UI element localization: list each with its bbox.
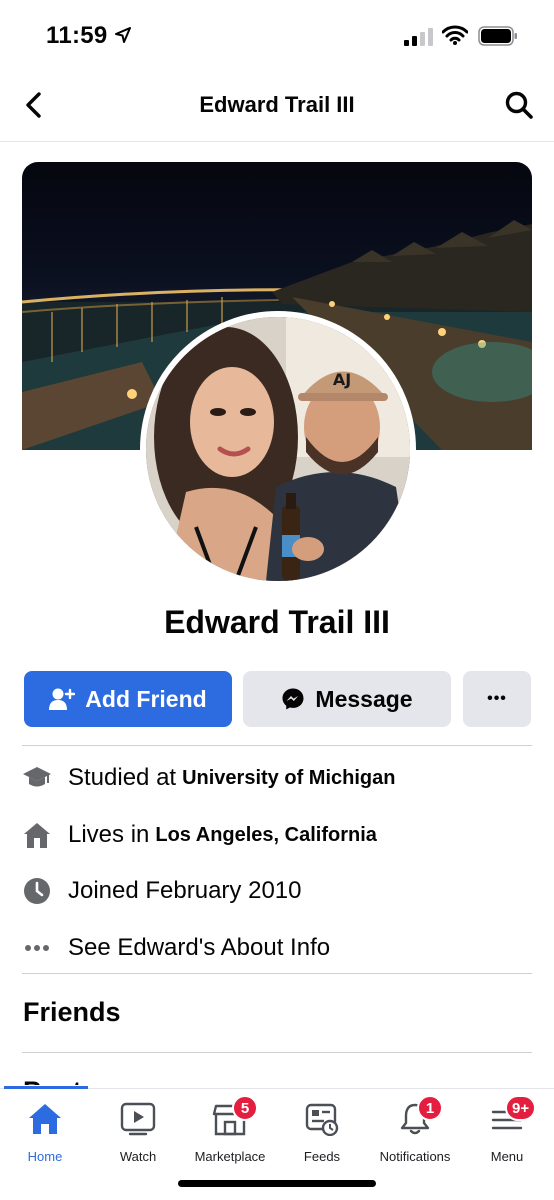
friends-section-title[interactable]: Friends [23, 997, 121, 1028]
more-options-label: ••• [487, 690, 507, 707]
header-title: Edward Trail III [199, 92, 355, 117]
feeds-icon [305, 1103, 339, 1136]
tab-home[interactable]: Home [0, 1099, 90, 1169]
message-label: Message [315, 685, 413, 712]
battery-icon [478, 26, 517, 46]
detail-location-prefix: Lives in [68, 821, 150, 848]
detail-education: Studied at University of Michigan [22, 758, 532, 798]
friends-divider-bottom [22, 1052, 532, 1053]
profile-header: Edward Trail III [0, 70, 554, 142]
marketplace-badge: 5 [232, 1095, 258, 1121]
tab-home-label: Home [27, 1149, 63, 1164]
search-button[interactable] [502, 88, 536, 122]
detail-education-prefix: Studied at [68, 764, 177, 791]
add-friend-icon [49, 688, 76, 710]
graduation-cap-icon [23, 767, 51, 787]
menu-badge: 9+ [505, 1095, 537, 1121]
tab-notifications[interactable]: 1 Notifications [370, 1095, 460, 1169]
see-about-info-label: See Edward's About Info [68, 934, 331, 961]
tab-feeds[interactable]: Feeds [277, 1099, 367, 1169]
profile-name: Edward Trail III [164, 604, 390, 640]
notifications-badge: 1 [417, 1095, 443, 1121]
profile-photo[interactable]: AJ [140, 311, 416, 587]
search-icon [505, 91, 533, 119]
svg-text:AJ: AJ [333, 370, 351, 389]
clock-icon [24, 878, 50, 904]
profile-actions: Add Friend Message ••• [24, 671, 532, 729]
tab-menu-label: Menu [490, 1149, 524, 1164]
messenger-icon [282, 688, 304, 710]
detail-education-value[interactable]: University of Michigan [182, 767, 395, 790]
tab-watch-label: Watch [119, 1149, 157, 1164]
home-icon [24, 823, 50, 848]
active-tab-indicator [4, 1086, 88, 1089]
tab-marketplace-label: Marketplace [194, 1149, 266, 1164]
tab-marketplace[interactable]: 5 Marketplace [185, 1095, 275, 1169]
home-icon [29, 1104, 61, 1134]
tab-menu[interactable]: 9+ Menu [462, 1095, 552, 1169]
see-about-info-button[interactable]: See Edward's About Info [22, 928, 532, 968]
wifi-icon [442, 25, 468, 45]
tab-notifications-label: Notifications [379, 1149, 451, 1164]
detail-location-value[interactable]: Los Angeles, California [155, 824, 377, 847]
tab-watch[interactable]: Watch [93, 1099, 183, 1169]
status-bar: 11:59 [0, 0, 554, 70]
detail-location: Lives in Los Angeles, California [22, 815, 532, 855]
message-button[interactable]: Message [243, 671, 451, 727]
detail-joined: Joined February 2010 [22, 871, 532, 911]
tab-feeds-label: Feeds [303, 1149, 341, 1164]
location-arrow-icon [115, 27, 131, 43]
home-indicator [178, 1180, 376, 1187]
add-friend-button[interactable]: Add Friend [24, 671, 232, 727]
cellular-signal-icon [404, 28, 433, 46]
details-divider [22, 745, 532, 746]
profile-photo-people: AJ [146, 317, 410, 581]
status-time: 11:59 [46, 22, 108, 49]
watch-icon [120, 1102, 156, 1136]
more-options-button[interactable]: ••• [463, 671, 531, 727]
friends-divider-top [22, 973, 532, 974]
more-dots-icon [25, 945, 49, 951]
add-friend-label: Add Friend [85, 685, 207, 712]
detail-joined-text: Joined February 2010 [68, 877, 302, 904]
